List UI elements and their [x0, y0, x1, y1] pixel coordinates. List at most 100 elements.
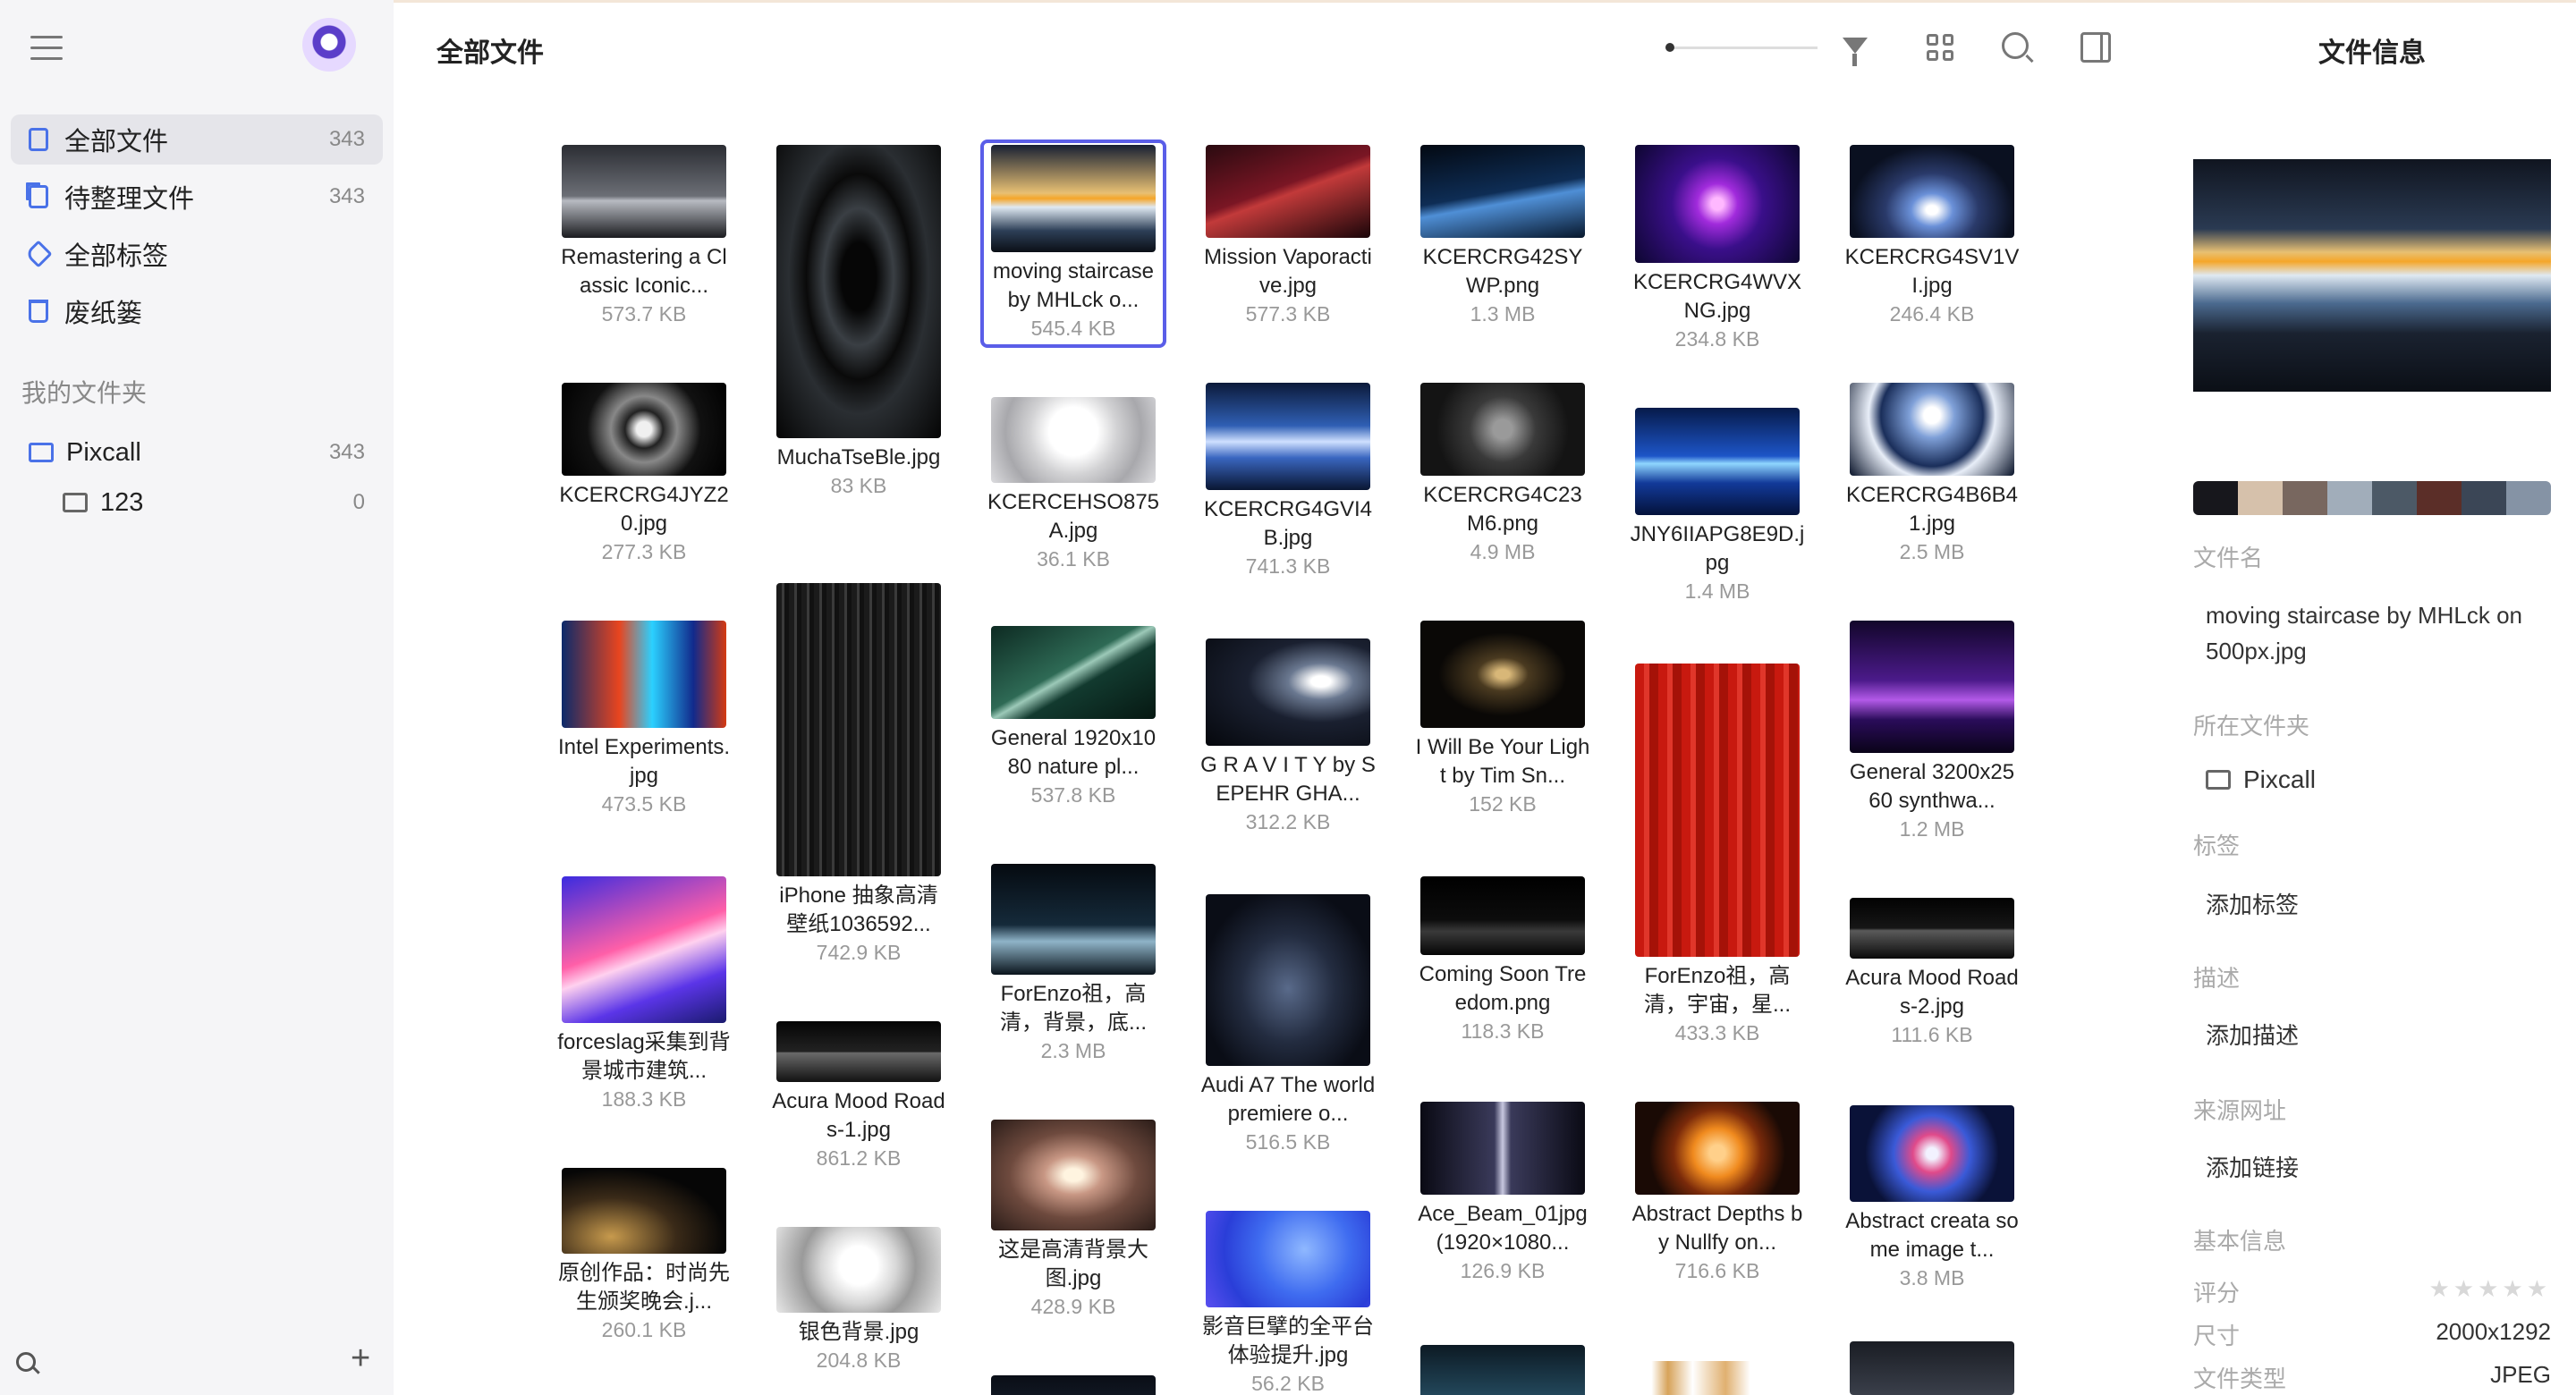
file-card[interactable]: iPhone 抽象高清壁纸1036592... 742.9 KB [769, 583, 948, 965]
file-card[interactable]: Acura Mood Roads-1.jpg 861.2 KB [769, 1021, 948, 1171]
toggle-info-panel-icon[interactable] [2080, 32, 2111, 63]
file-thumbnail[interactable] [776, 1227, 941, 1313]
file-card[interactable]: Abstract Depths by Nullfy on... 716.6 KB [1628, 1102, 1807, 1283]
file-card[interactable]: Abstract creata some image t... 3.8 MB [1843, 1105, 2021, 1290]
file-card[interactable]: moving staircase by MHLck o... 545.4 KB [980, 140, 1166, 348]
file-card[interactable]: 原创作品：时尚先生颁奖晚会.j... 260.1 KB [555, 1168, 733, 1342]
file-thumbnail[interactable] [1850, 383, 2014, 476]
file-card[interactable]: forceslag采集到背景城市建筑... 188.3 KB [555, 876, 733, 1112]
file-thumbnail[interactable] [1206, 1211, 1370, 1307]
file-thumbnail[interactable] [1635, 1361, 1800, 1395]
file-thumbnail[interactable] [1206, 894, 1370, 1066]
file-card[interactable]: Intel Experiments.jpg 473.5 KB [555, 621, 733, 816]
file-card[interactable]: G R A V I T Y by SEPEHR GHA... 312.2 KB [1199, 638, 1377, 834]
file-thumbnail[interactable] [1206, 383, 1370, 490]
file-thumbnail[interactable] [1206, 145, 1370, 238]
palette-swatch[interactable] [2417, 481, 2462, 515]
file-card[interactable]: Acura Mood Roads-2.jpg 111.6 KB [1843, 898, 2021, 1047]
file-thumbnail[interactable] [562, 383, 726, 476]
file-card[interactable]: KCERCRG4GVI4B.jpg 741.3 KB [1199, 383, 1377, 579]
file-thumbnail[interactable] [991, 145, 1156, 252]
file-card[interactable]: 银色背景.jpg 204.8 KB [769, 1227, 948, 1373]
add-tag-field[interactable]: 添加标签 [2206, 887, 2546, 923]
file-thumbnail[interactable] [562, 621, 726, 728]
file-thumbnail[interactable] [562, 145, 726, 238]
app-logo[interactable] [302, 18, 356, 72]
file-card[interactable]: MuchaTseBle.jpg 83 KB [769, 145, 948, 498]
file-card[interactable]: KCERCRG4WVXNG.jpg 234.8 KB [1628, 145, 1807, 351]
file-card[interactable]: KCERCEHSO875A.jpg 36.1 KB [984, 397, 1163, 571]
palette-swatch[interactable] [2462, 481, 2506, 515]
sidebar-item-all-files[interactable]: 全部文件 343 [11, 114, 383, 165]
palette-swatch[interactable] [2372, 481, 2417, 515]
file-thumbnail[interactable] [991, 1120, 1156, 1230]
file-thumbnail[interactable] [1850, 1105, 2014, 1202]
add-description-field[interactable]: 添加描述 [2206, 1018, 2546, 1053]
palette-swatch[interactable] [2193, 481, 2238, 515]
file-card[interactable]: I Will Be Your Light by Tim Sn... 152 KB [1413, 621, 1592, 816]
file-card[interactable]: General 3200x2560 synthwa... 1.2 MB [1843, 621, 2021, 841]
file-thumbnail[interactable] [776, 1021, 941, 1082]
file-thumbnail[interactable] [1850, 1341, 2014, 1395]
add-folder-button[interactable]: + [351, 1341, 370, 1375]
palette-swatch[interactable] [2327, 481, 2372, 515]
add-link-field[interactable]: 添加链接 [2206, 1150, 2546, 1186]
file-card[interactable]: General 1920x1080 nature pl... 537.8 KB [984, 626, 1163, 807]
file-thumbnail[interactable] [991, 1375, 1156, 1395]
sidebar-item-trash[interactable]: 废纸篓 [11, 286, 383, 336]
file-thumbnail[interactable] [1420, 876, 1585, 955]
file-card[interactable]: 这是高清背景大图.jpg 428.9 KB [984, 1120, 1163, 1319]
filter-icon[interactable] [1843, 38, 1868, 66]
file-thumbnail[interactable] [1420, 145, 1585, 238]
file-thumbnail[interactable] [776, 145, 941, 438]
sidebar-item-tags[interactable]: 全部标签 [11, 229, 383, 279]
file-card[interactable]: ForEnzo祖，高清，背景，底... 2.3 MB [984, 864, 1163, 1063]
file-thumbnail[interactable] [1206, 638, 1370, 746]
file-card[interactable]: Audi A7 The world premiere o... 516.5 KB [1199, 894, 1377, 1154]
search-icon[interactable] [16, 1352, 36, 1372]
file-thumbnail[interactable] [1635, 664, 1800, 957]
file-thumbnail[interactable] [776, 583, 941, 876]
folder-value[interactable]: Pixcall [2206, 762, 2546, 798]
rating-stars[interactable]: ★★★★★ [2428, 1275, 2551, 1308]
file-card[interactable]: ForEnzo祖，高清，宇宙，星... 433.3 KB [1628, 664, 1807, 1045]
file-card[interactable]: Mission Vaporactive.jpg 577.3 KB [1199, 145, 1377, 326]
palette-swatch[interactable] [2283, 481, 2327, 515]
palette-swatch[interactable] [2506, 481, 2551, 515]
file-card[interactable]: KCERCRG4B6B41.jpg 2.5 MB [1843, 383, 2021, 564]
file-thumbnail[interactable] [1420, 383, 1585, 476]
slider-knob[interactable] [1665, 43, 1674, 52]
file-thumbnail[interactable] [1635, 1102, 1800, 1195]
file-card[interactable]: KCERCRG4JYZ20.jpg 277.3 KB [555, 383, 733, 564]
file-thumbnail[interactable] [1420, 1345, 1585, 1395]
file-thumbnail[interactable] [562, 876, 726, 1023]
file-thumbnail[interactable] [1850, 898, 2014, 959]
file-thumbnail[interactable] [1635, 408, 1800, 515]
file-thumbnail[interactable] [562, 1168, 726, 1254]
file-thumbnail[interactable] [991, 397, 1156, 483]
file-card[interactable]: JNY6IIAPG8E9D.jpg 1.4 MB [1628, 408, 1807, 604]
search-icon[interactable] [2002, 32, 2029, 59]
file-thumbnail[interactable] [991, 864, 1156, 975]
sidebar-item-unsorted[interactable]: 待整理文件 343 [11, 172, 383, 222]
thumbnail-size-slider[interactable] [1665, 43, 1818, 52]
file-card[interactable]: Ace_Beam_01jpg (1920×1080... 126.9 KB [1413, 1102, 1592, 1283]
file-thumbnail[interactable] [1850, 145, 2014, 238]
folder-item-123[interactable]: 123 0 [11, 478, 383, 528]
file-card[interactable]: 影音巨擘的全平台体验提升.jpg 56.2 KB [1199, 1211, 1377, 1395]
file-card[interactable]: Remastering a Classic Iconic... 573.7 KB [555, 145, 733, 326]
filename-value[interactable]: moving staircase by MHLck on 500px.jpg [2206, 597, 2546, 669]
file-thumbnail[interactable] [1420, 1102, 1585, 1195]
file-card[interactable]: KCERCRG4SV1VI.jpg 246.4 KB [1843, 145, 2021, 326]
file-card[interactable]: KCERCRG42SYWP.png 1.3 MB [1413, 145, 1592, 326]
file-card[interactable]: Coming Soon Treedom.png 118.3 KB [1413, 876, 1592, 1044]
file-thumbnail[interactable] [1635, 145, 1800, 263]
hamburger-menu-icon[interactable] [30, 36, 63, 63]
folder-item-pixcall[interactable]: Pixcall 343 [11, 427, 383, 478]
palette-swatch[interactable] [2238, 481, 2283, 515]
file-card[interactable]: KCERCRG4C23M6.png 4.9 MB [1413, 383, 1592, 564]
grid-view-icon[interactable] [1925, 32, 1955, 63]
file-thumbnail[interactable] [991, 626, 1156, 719]
file-thumbnail[interactable] [1420, 621, 1585, 728]
file-thumbnail[interactable] [1850, 621, 2014, 753]
